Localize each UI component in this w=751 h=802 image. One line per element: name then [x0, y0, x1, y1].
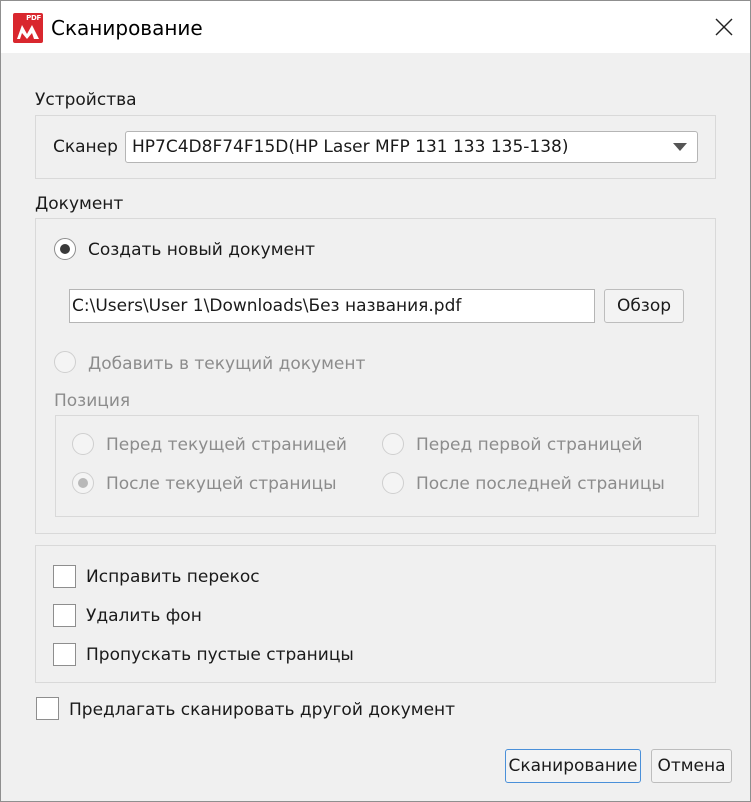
scanner-select[interactable]: HP7C4D8F74F15D(HP Laser MFP 131 133 135-… [125, 131, 698, 163]
offer-another-label: Предлагать сканировать другой документ [69, 700, 456, 720]
document-section-label: Документ [35, 194, 124, 214]
file-path-field[interactable] [70, 290, 594, 322]
position-before-first-label: Перед первой страницей [416, 435, 643, 455]
deskew-checkbox[interactable] [53, 565, 76, 588]
skip-blank-pages-label: Пропускать пустые страницы [86, 645, 354, 665]
remove-background-checkbox[interactable] [53, 604, 76, 627]
position-label: Позиция [54, 391, 131, 411]
create-new-label: Создать новый документ [88, 240, 316, 260]
scan-dialog: PDF Сканирование Устройства Сканер HP7C4… [0, 0, 751, 802]
create-new-radio[interactable] [54, 238, 76, 260]
window-title: Сканирование [51, 16, 203, 40]
scanner-label: Сканер [53, 137, 118, 157]
add-to-current-label: Добавить в текущий документ [88, 354, 366, 374]
browse-button[interactable]: Обзор [604, 289, 684, 323]
position-after-current-radio[interactable] [72, 472, 94, 494]
position-before-current-radio[interactable] [72, 433, 94, 455]
deskew-label: Исправить перекос [86, 567, 260, 587]
scanner-select-value: HP7C4D8F74F15D(HP Laser MFP 131 133 135-… [132, 137, 569, 157]
position-after-current-label: После текущей страницы [106, 474, 337, 494]
position-after-last-label: После последней страницы [416, 474, 665, 494]
title-bar: PDF Сканирование [1, 1, 750, 53]
position-group: Перед текущей страницей Перед первой стр… [55, 415, 699, 517]
skip-blank-pages-checkbox[interactable] [53, 643, 76, 666]
document-group: Создать новый документ Обзор Добавить в … [35, 218, 716, 534]
devices-group: Сканер HP7C4D8F74F15D(HP Laser MFP 131 1… [35, 115, 716, 179]
position-before-current-label: Перед текущей страницей [106, 435, 347, 455]
position-after-last-radio[interactable] [382, 472, 404, 494]
pdf-app-icon: PDF [13, 13, 43, 43]
devices-section-label: Устройства [35, 90, 137, 110]
position-before-first-radio[interactable] [382, 433, 404, 455]
file-path-input[interactable] [69, 289, 595, 323]
chevron-down-icon [673, 143, 687, 151]
offer-another-checkbox[interactable] [36, 697, 59, 720]
close-icon[interactable] [712, 15, 736, 39]
cancel-button[interactable]: Отмена [651, 749, 732, 783]
processing-options-group: Исправить перекос Удалить фон Пропускать… [35, 545, 716, 683]
remove-background-label: Удалить фон [86, 606, 202, 626]
add-to-current-radio[interactable] [54, 351, 76, 373]
scan-button[interactable]: Сканирование [505, 749, 641, 783]
app-icon-tag: PDF [26, 14, 41, 22]
